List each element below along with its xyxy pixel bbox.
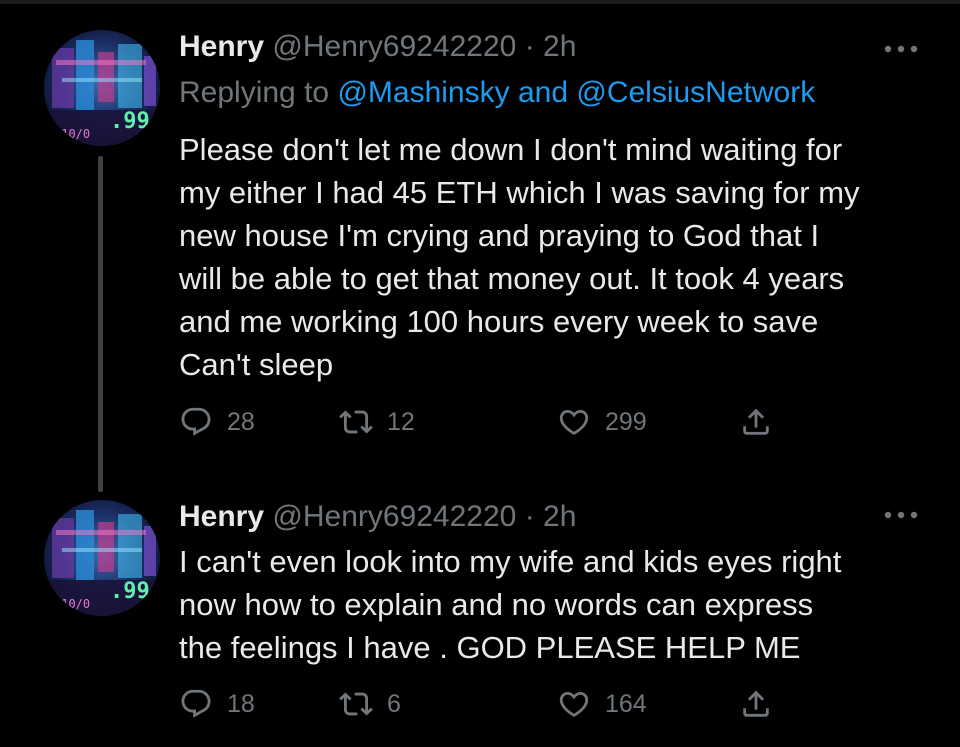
- heart-icon: [559, 691, 589, 717]
- replying-to-label: Replying to: [179, 76, 330, 109]
- separator-dot: ·: [524, 30, 535, 63]
- like-count: 299: [605, 407, 647, 436]
- svg-text:$10/0: $10/0: [54, 597, 90, 611]
- svg-text:.99: .99: [110, 579, 150, 604]
- retweet-count: 6: [387, 689, 401, 718]
- share-button[interactable]: [739, 684, 773, 724]
- avatar[interactable]: .99 $10/0: [44, 500, 160, 616]
- reply-icon: [181, 689, 211, 718]
- retweet-button[interactable]: 6: [339, 684, 401, 724]
- tweet-header: Henry @Henry69242220 · 2h: [179, 498, 576, 536]
- separator-dot: ·: [524, 500, 535, 533]
- retweet-button[interactable]: 12: [339, 402, 415, 442]
- reply-button[interactable]: 28: [179, 402, 255, 442]
- like-button[interactable]: 299: [557, 402, 647, 442]
- timestamp[interactable]: 2h: [543, 500, 576, 533]
- reply-count: 28: [227, 407, 255, 436]
- replying-to: Replying to @Mashinsky and @CelsiusNetwo…: [179, 74, 815, 112]
- mention-link[interactable]: @CelsiusNetwork: [576, 76, 815, 109]
- reply-button[interactable]: 18: [179, 684, 255, 724]
- mention-conjunction: and: [517, 76, 569, 109]
- more-options-button[interactable]: [882, 42, 920, 56]
- author-name[interactable]: Henry: [179, 500, 264, 533]
- mention-link[interactable]: @Mashinsky: [337, 76, 509, 109]
- author-handle[interactable]: @Henry69242220: [272, 500, 516, 533]
- timestamp[interactable]: 2h: [543, 30, 576, 63]
- share-button[interactable]: [739, 402, 773, 442]
- retweet-count: 12: [387, 407, 415, 436]
- reply-count: 18: [227, 689, 255, 718]
- tweet-header: Henry @Henry69242220 · 2h: [179, 28, 576, 66]
- reply-icon: [181, 407, 211, 436]
- author-name[interactable]: Henry: [179, 30, 264, 63]
- tweet-actions: 28 12 299: [179, 402, 819, 442]
- tweet-text: I can't even look into my wife and kids …: [179, 544, 842, 665]
- tweet[interactable]: .99 $10/0 Henry @Henry69242220 · 2h I ca…: [0, 480, 960, 747]
- tweet-text: Please don't let me down I don't mind wa…: [179, 132, 860, 382]
- more-icon: [884, 511, 918, 519]
- share-icon: [743, 690, 769, 717]
- like-button[interactable]: 164: [557, 684, 647, 724]
- like-count: 164: [605, 689, 647, 718]
- more-icon: [884, 45, 918, 53]
- tweet[interactable]: .99 $10/0 Henry @Henry69242220 · 2h Repl…: [0, 0, 960, 492]
- svg-text:.99: .99: [110, 109, 150, 134]
- retweet-icon: [339, 692, 373, 716]
- avatar[interactable]: .99 $10/0: [44, 30, 160, 146]
- more-options-button[interactable]: [882, 508, 920, 522]
- heart-icon: [559, 409, 589, 435]
- thread-line: [98, 156, 103, 492]
- tweet-actions: 18 6 164: [179, 684, 819, 724]
- share-icon: [743, 408, 769, 435]
- svg-text:$10/0: $10/0: [54, 127, 90, 141]
- author-handle[interactable]: @Henry69242220: [272, 30, 516, 63]
- retweet-icon: [339, 410, 373, 434]
